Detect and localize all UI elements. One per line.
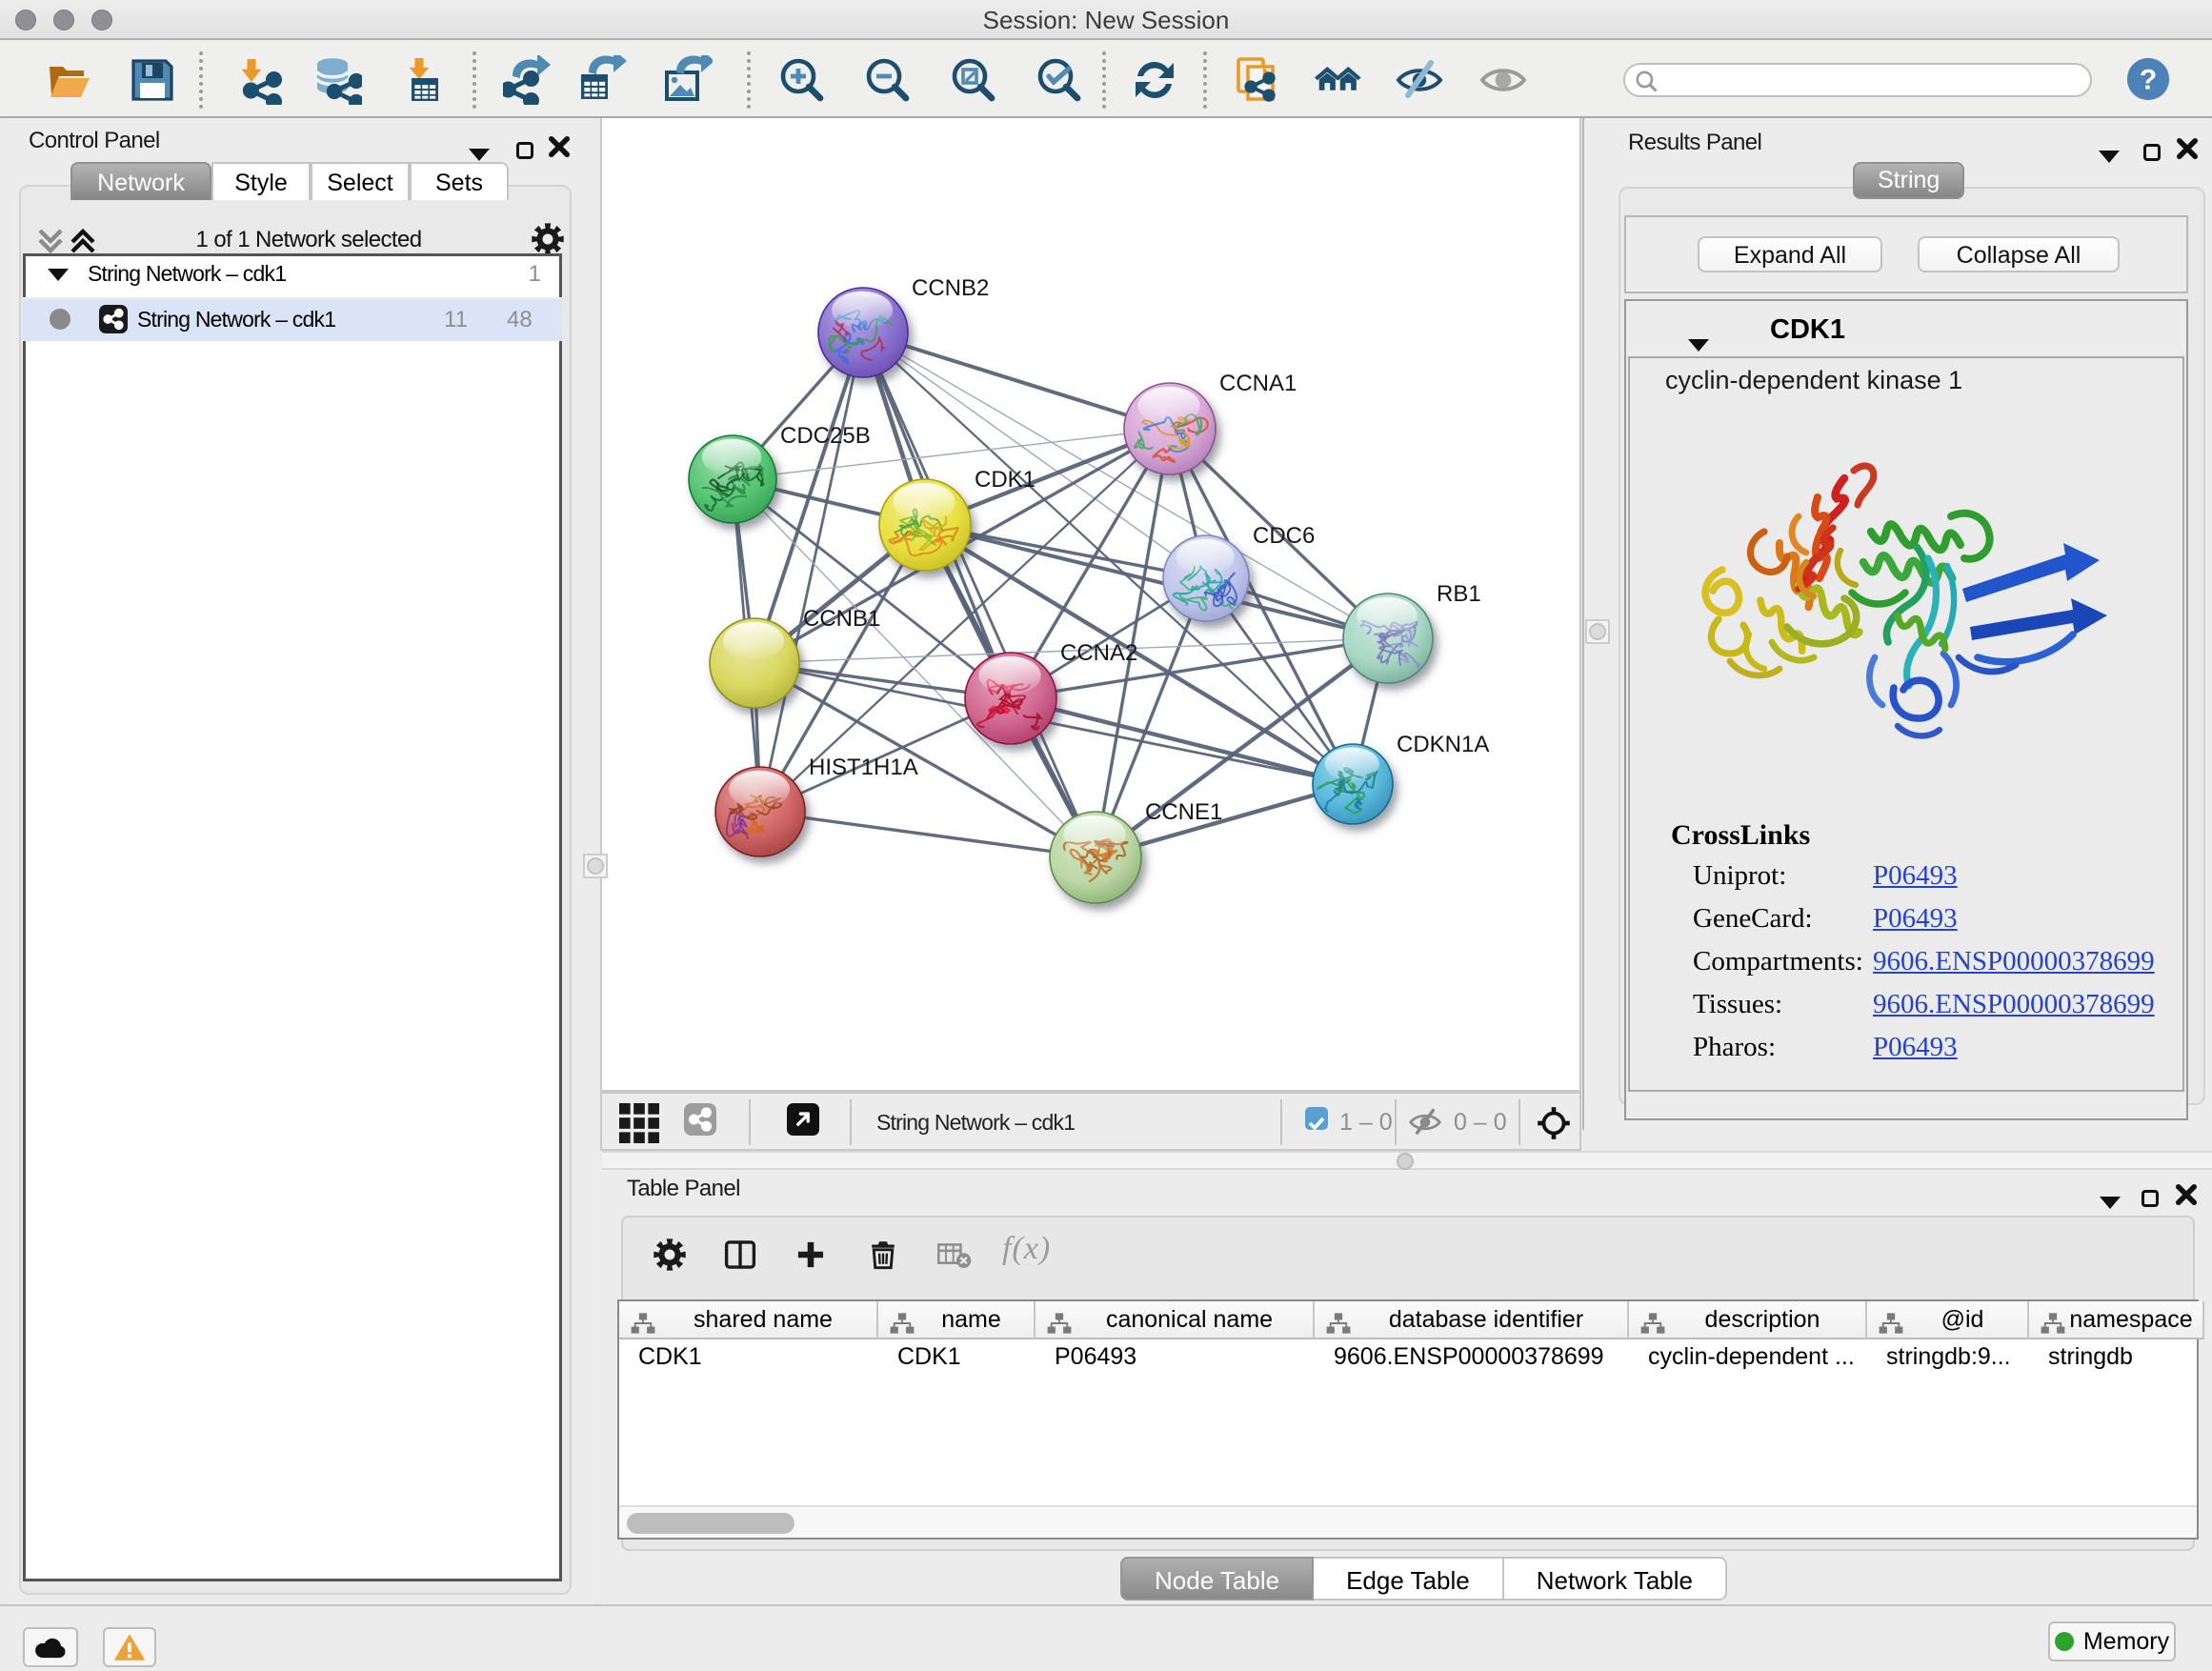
svg-text:CCNA2: CCNA2 (1060, 640, 1137, 666)
svg-text:CCNA1: CCNA1 (1219, 371, 1297, 396)
svg-text:HIST1H1A: HIST1H1A (809, 755, 918, 780)
svg-text:RB1: RB1 (1437, 581, 1481, 607)
svg-text:CDKN1A: CDKN1A (1397, 732, 1489, 757)
svg-text:CDK1: CDK1 (975, 467, 1036, 493)
svg-text:CDC25B: CDC25B (780, 423, 871, 449)
svg-text:CCNB2: CCNB2 (912, 275, 989, 301)
svg-text:CCNB1: CCNB1 (803, 606, 880, 632)
svg-text:CCNE1: CCNE1 (1145, 799, 1222, 825)
svg-text:?: ? (2140, 65, 2157, 96)
svg-text:CDC6: CDC6 (1253, 523, 1315, 549)
